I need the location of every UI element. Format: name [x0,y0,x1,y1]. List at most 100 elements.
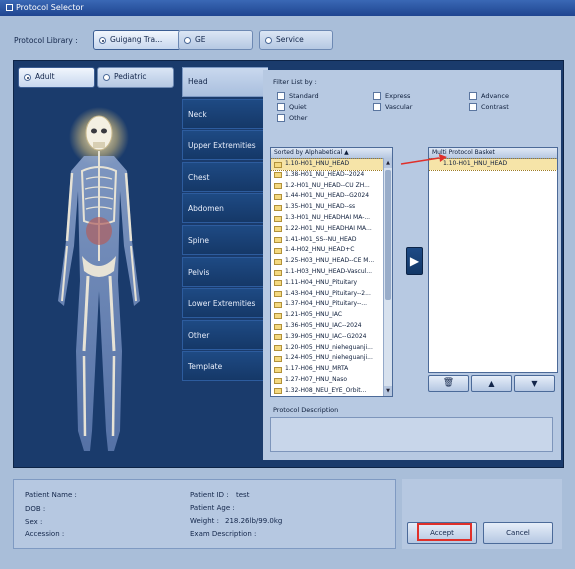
protocol-list-item[interactable]: 1.1-H03_HNU_HEAD-Vascul... [271,267,383,278]
filter-contrast-checkbox[interactable] [469,103,477,111]
filter-quiet-checkbox[interactable] [277,103,285,111]
protocol-list-item[interactable]: 1.10-H01_HNU_HEAD [271,158,384,171]
accession-label: Accession : [25,530,65,538]
tab-head[interactable]: Head [182,67,268,97]
filter-other-checkbox[interactable] [277,114,285,122]
filter-express-label: Express [385,92,411,100]
annotation-arrow [400,154,447,165]
filter-express-checkbox[interactable] [373,92,381,100]
protocol-list-item[interactable]: 1.39-H05_HNU_IAC--G2024 [271,332,383,343]
exam-description-label: Exam Description : [190,530,257,538]
protocol-list-item[interactable]: 1.32-H08_NEU_EYE_Orbit... [271,386,383,396]
protocol-list[interactable]: Sorted by Alphabetical ▲ 1.10-H01_HNU_HE… [270,147,393,397]
filter-vascular-checkbox[interactable] [373,103,381,111]
accept-highlight-box [417,523,472,541]
move-up-button[interactable]: ▲ [471,375,512,392]
protocol-list-item[interactable]: 1.41-H01_SS--NU_HEAD [271,235,383,246]
arrow-right-icon: ▶ [409,254,420,268]
weight-label: Weight : [190,517,219,525]
arrow-down-icon: ▼ [531,379,538,388]
window-title: Protocol Selector [16,3,84,12]
patient-type-adult[interactable]: Adult [18,67,95,88]
radio-icon [184,37,191,44]
protocol-list-item[interactable]: 1.2-H01_NU_HEAD--CU ZH... [271,181,383,192]
protocol-item-label: 1.43-H04_HNU_Pituitary--2... [285,289,371,297]
filter-standard-label: Standard [289,92,319,100]
folder-icon [274,204,282,211]
protocol-list-item[interactable]: 1.20-H05_HNU_nieheguanji... [271,343,383,354]
anatomy-body-figure [58,107,140,451]
protocol-item-label: 1.11-H04_HNU_Pituitary [285,278,358,286]
protocol-panel: Filter List by : Standard Express Advanc… [263,70,561,460]
protocol-list-item[interactable]: 1.25-H03_HNU_HEAD--CE M... [271,256,383,267]
filter-label: Filter List by : [273,78,317,86]
tab-abdomen[interactable]: Abdomen [182,193,268,224]
protocol-item-label: 1.17-H06_HNU_MRTA [285,365,349,373]
protocol-list-item[interactable]: 1.38-H01_NU_HEAD--2024 [271,170,383,181]
protocol-list-item[interactable]: 1.44-H01_NU_HEAD--G2024 [271,191,383,202]
protocol-description-label: Protocol Description [273,406,339,414]
filter-advance-checkbox[interactable] [469,92,477,100]
tab-spine[interactable]: Spine [182,225,268,255]
scroll-up-icon[interactable]: ▲ [384,158,392,168]
protocol-list-item[interactable]: 1.22-H01_NU_HEADHAI MA... [271,224,383,235]
protocol-item-label: 1.32-H08_NEU_EYE_Orbit... [285,386,367,394]
tab-pelvis[interactable]: Pelvis [182,256,268,287]
protocol-list-item[interactable]: 1.35-H01_NU_HEAD--ss [271,202,383,213]
tab-template[interactable]: Template [182,351,268,382]
protocol-list-item[interactable]: 1.11-H04_HNU_Pituitary [271,278,383,289]
protocol-list-scrollbar[interactable]: ▲ ▼ [383,158,392,396]
protocol-list-item[interactable]: 1.17-H06_HNU_MRTA [271,364,383,375]
protocol-selector-window: Protocol Selector Protocol Library : Gui… [0,0,575,569]
tab-chest[interactable]: Chest [182,161,268,192]
add-to-basket-button[interactable]: ▶ [406,247,423,275]
filter-standard-checkbox[interactable] [277,92,285,100]
scroll-down-icon[interactable]: ▼ [384,386,392,396]
folder-icon [274,258,282,265]
filter-contrast-label: Contrast [481,103,509,111]
window-icon [6,4,13,11]
patient-info-panel: Patient Name : DOB : Sex : Accession : P… [13,479,396,549]
protocol-item-label: 1.36-H05_HNU_IAC--2024 [285,322,362,329]
protocol-item-label: 1.27-H07_HNU_Naso [285,376,348,383]
protocol-list-item[interactable]: 1.24-H05_HNU_nieheguanji... [271,353,383,364]
delete-button[interactable]: 🗑 [428,375,469,392]
protocol-item-label: 1.24-H05_HNU_nieheguanji... [285,354,373,362]
patient-type-pediatric[interactable]: Pediatric [97,67,174,88]
tab-upper-extremities[interactable]: Upper Extremities [182,130,268,161]
scroll-thumb[interactable] [385,170,391,300]
filter-other-label: Other [289,114,308,122]
protocol-list-item[interactable]: 1.27-H07_HNU_Naso [271,375,383,386]
library-option-guigang[interactable]: Guigang Tra... [93,30,181,50]
protocol-list-header[interactable]: Sorted by Alphabetical ▲ [271,148,392,159]
radio-icon [265,37,272,44]
library-option-service[interactable]: Service [259,30,333,50]
radio-icon [103,74,110,81]
folder-icon [274,193,282,200]
tab-neck[interactable]: Neck [182,98,268,129]
protocol-list-item[interactable]: 1.21-H05_HNU_IAC [271,310,383,321]
patient-name-label: Patient Name : [25,491,77,499]
weight-value: 218.26lb/99.0kg [225,517,283,525]
radio-icon [99,37,106,44]
tab-other[interactable]: Other [182,319,268,350]
protocol-list-item[interactable]: 1.43-H04_HNU_Pituitary--2... [271,289,383,300]
protocol-list-item[interactable]: 1.37-H04_HNU_Pituitary--... [271,299,383,310]
protocol-description-box [270,417,553,452]
protocol-list-item[interactable]: 1.4-H02_HNU_HEAD+C [271,245,383,256]
folder-icon [274,183,282,190]
basket-list[interactable]: Multi Protocol Basket 1.10-H01_HNU_HEAD [428,147,558,373]
move-down-button[interactable]: ▼ [514,375,555,392]
protocol-item-label: 1.21-H05_HNU_IAC [285,311,343,319]
protocol-library-label: Protocol Library : [14,36,78,45]
cancel-button[interactable]: Cancel [483,522,553,544]
protocol-list-item[interactable]: 1.3-H01_NU_HEADHAI MA-... [271,213,383,224]
protocol-item-label: 1.38-H01_NU_HEAD--2024 [285,170,365,178]
tab-lower-extremities[interactable]: Lower Extremities [182,288,268,319]
protocol-list-item[interactable]: 1.36-H05_HNU_IAC--2024 [271,321,383,332]
arrow-up-icon: ▲ [488,379,495,388]
library-option-ge[interactable]: GE [178,30,253,50]
protocol-item-label: 1.25-H03_HNU_HEAD--CE M... [285,257,375,265]
protocol-item-label: 1.41-H01_SS--NU_HEAD [285,235,357,243]
protocol-item-label: 1.22-H01_NU_HEADHAI MA... [285,224,372,232]
